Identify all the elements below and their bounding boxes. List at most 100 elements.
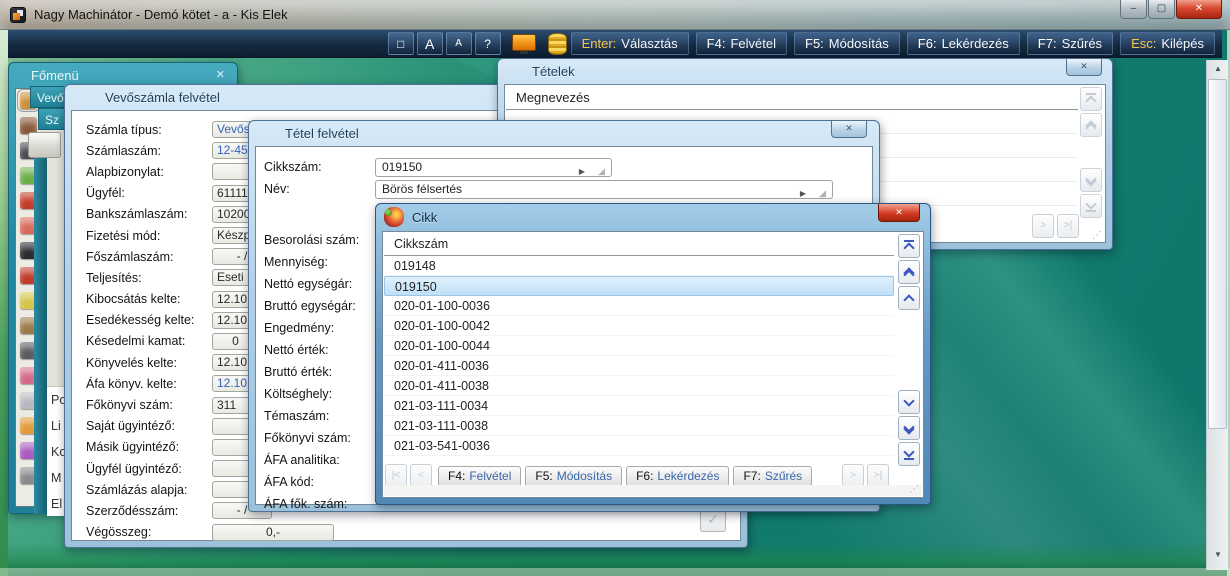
field-label: Cikkszám: [264,160,322,174]
tetel-label-column: Besorolási szám: Mennyiség: Nettó egységár… [264,229,359,515]
help-button[interactable]: ? [474,32,501,55]
scrollbar-up-icon[interactable]: ▲ [1207,60,1229,78]
app-title: Nagy Machinátor - Demó kötet - a - Kis E… [34,7,288,22]
nev-field[interactable]: Börös félsertés ▶ ◢ [375,180,833,199]
list-item[interactable]: 021-03-111-0038 [384,416,894,436]
column-header[interactable]: Megnevezés [506,86,1078,110]
list-item[interactable]: 020-01-100-0044 [384,336,894,356]
function-button[interactable]: F7: Szűrés [733,465,813,487]
scrollbar-down-icon[interactable]: ▼ [1207,546,1229,564]
window-cikk: Cikk ✕ Cikkszám 019148 019150 020-01-100-0… [375,203,931,505]
field-label: Számla típus: [86,122,162,137]
form-field[interactable]: 0,- [212,523,334,541]
scroll-up-button[interactable] [898,286,920,310]
list-scroll-buttons [1079,87,1103,220]
close-icon[interactable]: ✕ [216,68,225,81]
menu-item[interactable]: Enter: Választás [570,32,689,55]
page-down-button[interactable] [1080,168,1102,192]
list-item[interactable]: 020-01-100-0042 [384,316,894,336]
function-button[interactable]: F4: Felvétel [438,465,522,487]
list-item[interactable]: 021-03-111-0034 [384,396,894,416]
close-button[interactable]: ✕ [878,204,920,222]
field-label: Név: [264,182,290,196]
monitor-icon[interactable] [511,33,536,54]
field-label: Mennyiség: [264,255,328,269]
list-item[interactable]: 019148 [384,256,894,276]
font-larger-button[interactable]: A [416,32,443,55]
hidden-window-button [28,132,61,158]
cikkszam-field[interactable]: 019150 ▶ ◢ [375,158,612,177]
corner-grip-icon: ◢ [819,188,826,198]
field-label: ÁFA fők. szám: [264,497,348,511]
menu-item[interactable]: Esc: Kilépés [1120,32,1215,55]
last-record-button[interactable]: >| [1057,214,1079,238]
menu-toolbar: □ A A ? [387,32,571,55]
maximize-button[interactable]: ▢ [1148,0,1175,19]
column-header[interactable]: Cikkszám [384,233,894,256]
scrollbar-thumb[interactable] [1208,79,1227,429]
hidden-window-edge [34,158,47,514]
dropdown-arrow-icon[interactable]: ▶ [579,163,585,180]
app-scrollbar[interactable]: ▲ ▼ [1206,60,1228,570]
list-scroll-buttons [897,234,921,468]
close-button[interactable]: ✕ [1066,59,1102,76]
scroll-bottom-button[interactable] [898,442,920,466]
scroll-top-button[interactable] [898,234,920,258]
desktop: Nagy Machinátor - Demó kötet - a - Kis E… [0,0,1230,576]
field-label: Kibocsátás kelte: [86,292,181,307]
field-label: Főkönyvi szám: [86,398,173,413]
list-item[interactable]: 021-03-541-0036 [384,436,894,456]
close-button[interactable]: ✕ [831,121,867,138]
menu-item[interactable]: F4: Felvétel [695,32,787,55]
page-down-button[interactable] [898,416,920,440]
menu-item[interactable]: F6: Lekérdezés [906,32,1020,55]
next-record-button[interactable]: > [1032,214,1054,238]
field-label: Számlaszám: [86,143,162,158]
field-label: Esedékesség kelte: [86,313,195,328]
database-icon[interactable] [547,32,567,55]
cikkszam-value: 019150 [382,160,423,174]
resize-grip-icon[interactable]: ⋰ [1092,230,1102,241]
close-button[interactable]: ✕ [1176,0,1222,19]
field-label: Főkönyvi szám: [264,431,351,445]
list-item[interactable]: 020-01-100-0036 [384,296,894,316]
menu-item-key: F7: [1037,36,1057,51]
font-smaller-button[interactable]: A [445,32,472,55]
app-titlebar: Nagy Machinátor - Demó kötet - a - Kis E… [0,0,1230,30]
form-row: Végösszeg: 0,- [86,522,738,543]
window-mode-button[interactable]: □ [387,32,414,55]
menu-item-label: Választás [621,36,678,51]
cikk-icon [384,207,404,227]
cikk-rows: 019148 019150 020-01-100-0036 020-01-100-00… [384,256,894,456]
function-button[interactable]: F5: Módosítás [525,465,623,487]
scroll-bottom-button[interactable] [1080,194,1102,218]
field-label: ÁFA analitika: [264,453,340,467]
list-item[interactable]: 020-01-411-0038 [384,376,894,396]
nev-value: Börös félsertés [382,182,463,196]
field-label: Témaszám: [264,409,330,423]
field-label: Ügyfél: [86,186,125,201]
field-label: Ügyfél ügyintéző: [86,461,182,476]
menu-item-key: F5: [805,36,824,51]
page-up-button[interactable] [898,260,920,284]
menu-item-label: Lekérdezés [941,36,1009,51]
field-label: Bruttó érték: [264,365,333,379]
field-label: Főszámlaszám: [86,249,174,264]
page-up-button[interactable] [1080,113,1102,137]
dropdown-arrow-icon[interactable]: ▶ [800,185,806,202]
resize-grip-icon[interactable]: ⋰ [909,484,919,495]
field-label: Végösszeg: [86,525,152,540]
window-frame-bottom [0,568,1230,576]
list-item[interactable]: 019150 [384,276,894,296]
function-button[interactable]: F6: Lekérdezés [626,465,730,487]
window-title: Tételek [532,63,575,79]
menu-item[interactable]: F7: Szűrés [1026,32,1114,55]
list-item[interactable]: 020-01-411-0036 [384,356,894,376]
minimize-button[interactable]: – [1120,0,1147,19]
field-label: Költséghely: [264,387,333,401]
menu-item[interactable]: F5: Módosítás [794,32,900,55]
scroll-down-button[interactable] [898,390,920,414]
function-label: Felvétel [469,469,512,483]
field-label: ÁFA kód: [264,475,315,489]
scroll-top-button[interactable] [1080,87,1102,111]
